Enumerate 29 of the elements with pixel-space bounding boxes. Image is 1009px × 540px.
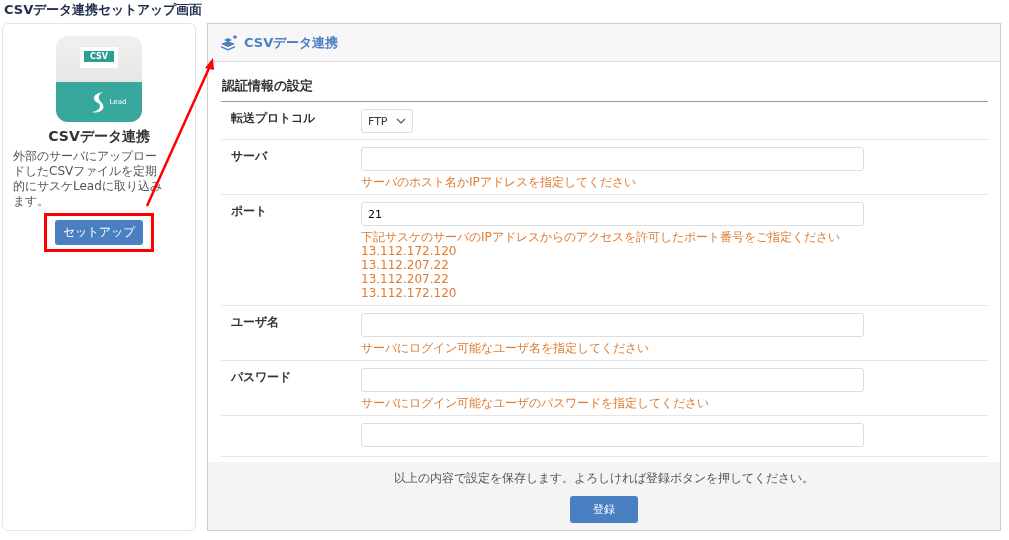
- protocol-dropdown[interactable]: FTP: [361, 109, 413, 133]
- hint-text: サーバのホスト名かIPアドレスを指定してください: [361, 175, 636, 189]
- input-field[interactable]: 21: [361, 202, 864, 226]
- page-title: CSVデータ連携セットアップ画面: [3, 1, 204, 19]
- hint-text: 下記サスケのサーバのIPアドレスからのアクセスを許可したポート番号をご指定ください: [361, 230, 840, 244]
- field-label: ユーザ名: [231, 315, 279, 329]
- input-field[interactable]: [361, 368, 864, 392]
- hint-text: 13.112.172.120: [361, 244, 457, 258]
- hint-text: 13.112.172.120: [361, 286, 457, 300]
- field-label: 転送プロトコル: [231, 111, 315, 125]
- setup-button[interactable]: セットアップ: [55, 220, 143, 245]
- hint-text: サーバにログイン可能なユーザのパスワードを指定してください: [361, 396, 709, 410]
- hint-text: 13.112.207.22: [361, 272, 449, 286]
- hint-text: 13.112.207.22: [361, 258, 449, 272]
- input-field[interactable]: [361, 313, 864, 337]
- panel-title: CSVデータ連携: [244, 33, 339, 52]
- field-label: パスワード: [231, 370, 291, 384]
- input-field[interactable]: [361, 147, 864, 171]
- hint-text: サーバにログイン可能なユーザ名を指定してください: [361, 341, 649, 355]
- chevron-down-icon: [396, 118, 406, 124]
- input-field[interactable]: [361, 423, 864, 447]
- section-title: 認証情報の設定: [221, 62, 988, 102]
- layers-icon: [220, 34, 238, 51]
- field-label: ポート: [231, 204, 267, 218]
- file-label: CSV: [80, 47, 118, 68]
- register-button[interactable]: 登録: [570, 496, 638, 523]
- app-name: CSVデータ連携: [48, 128, 150, 146]
- field-label: サーバ: [231, 149, 267, 163]
- footer-note: 以上の内容で設定を保存します。よろしければ登録ボタンを押してください。: [394, 470, 814, 487]
